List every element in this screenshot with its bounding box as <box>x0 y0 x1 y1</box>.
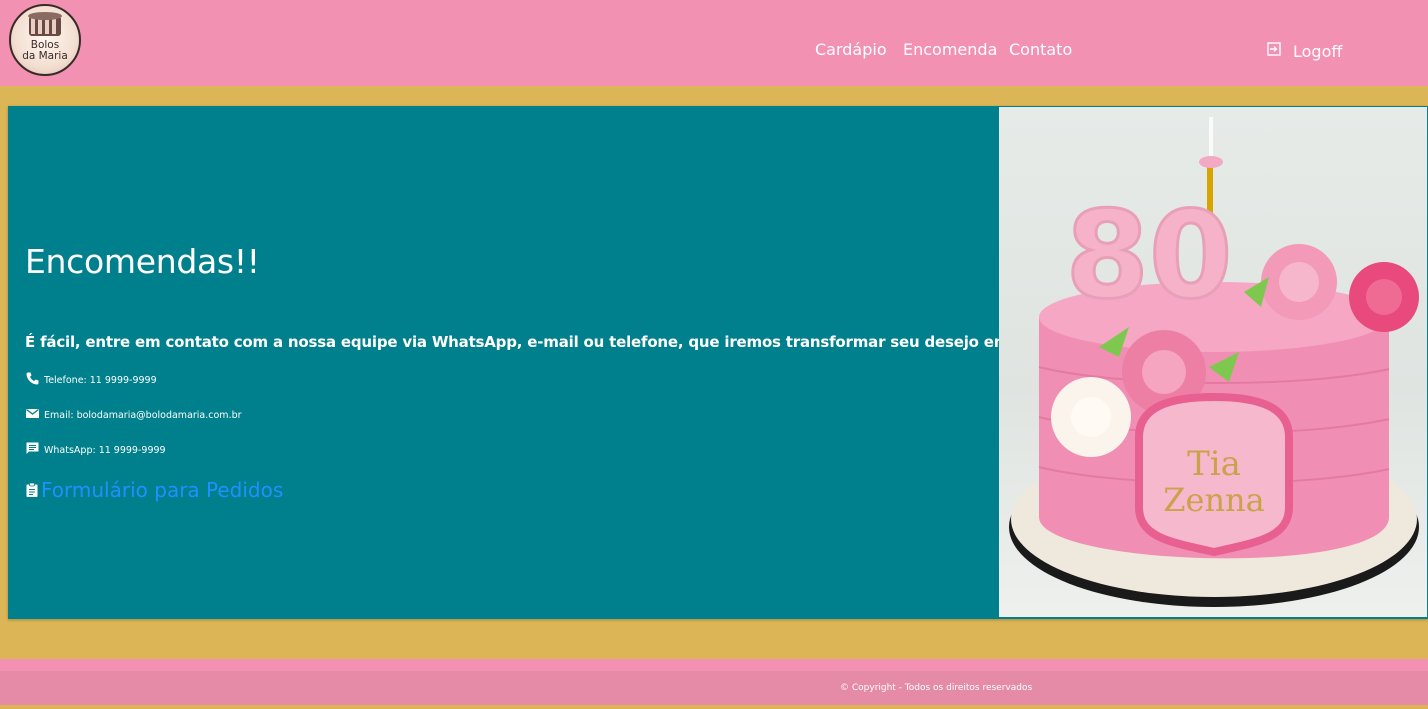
email-icon <box>26 408 39 418</box>
top-navbar: Bolos da Maria Cardápio Encomenda Contat… <box>0 0 1428 86</box>
logout-icon <box>1267 42 1281 56</box>
plaque-line2: Zenna <box>1163 481 1264 519</box>
cake-image: 80 Tia Zenna <box>999 107 1427 617</box>
contact-phone-text: Telefone: 11 9999-9999 <box>44 375 157 386</box>
clipboard-icon <box>26 482 38 497</box>
lead-text: É fácil, entre em contato com a nossa eq… <box>25 333 1099 351</box>
page-title: Encomendas!! <box>25 242 260 281</box>
nav-encomenda[interactable]: Encomenda <box>903 40 997 62</box>
nav-contato[interactable]: Contato <box>1009 40 1072 62</box>
order-form-link[interactable]: Formulário para Pedidos <box>25 478 283 502</box>
bolos-da-maria-logo[interactable]: Bolos da Maria <box>9 4 81 76</box>
cake-number: 80 <box>1066 187 1233 326</box>
logoff-button[interactable]: Logoff <box>1267 40 1342 62</box>
footer-top-band <box>0 659 1428 671</box>
copyright-text: © Copyright - Todos os direitos reservad… <box>840 683 1033 693</box>
logoff-label: Logoff <box>1293 41 1343 61</box>
nav-cardapio[interactable]: Cardápio <box>815 40 887 62</box>
contact-phone: Telefone: 11 9999-9999 <box>25 371 157 386</box>
encomendas-card: Encomendas!! É fácil, entre em contato c… <box>8 106 1428 619</box>
plaque-line1: Tia <box>1187 444 1241 484</box>
birthday-cake-picture: 80 Tia Zenna <box>1009 117 1419 607</box>
order-form-label: Formulário para Pedidos <box>41 478 284 502</box>
contact-whatsapp-text: WhatsApp: 11 9999-9999 <box>44 445 166 456</box>
chat-icon <box>26 442 39 454</box>
contact-email: Email: bolodamaria@bolodamaria.com.br <box>25 406 242 421</box>
phone-icon <box>26 372 39 385</box>
logo-text: Bolos da Maria <box>22 39 68 62</box>
contact-whatsapp: WhatsApp: 11 9999-9999 <box>25 441 166 456</box>
contact-email-text: Email: bolodamaria@bolodamaria.com.br <box>44 410 242 421</box>
